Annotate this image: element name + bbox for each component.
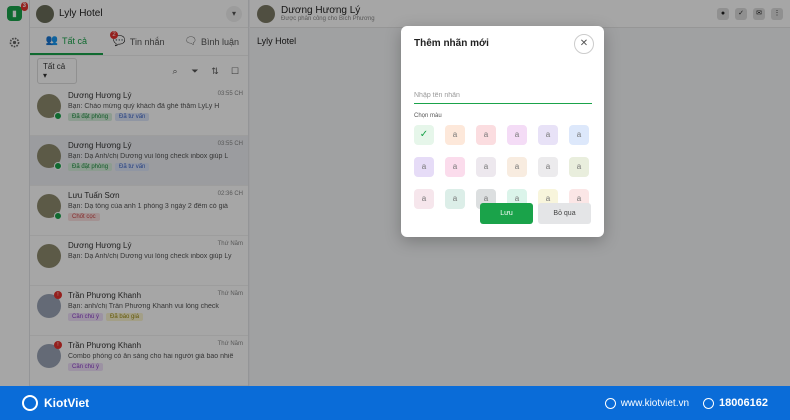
color-swatch[interactable]: a	[414, 157, 434, 177]
brand-logo-icon	[22, 395, 38, 411]
phone-link[interactable]: 18006162	[703, 397, 768, 409]
color-swatch[interactable]: a	[445, 189, 465, 209]
label-name-input[interactable]	[414, 88, 592, 104]
color-swatch[interactable]: a	[445, 125, 465, 145]
color-swatch-selected[interactable]: ✓	[414, 125, 434, 145]
color-swatch[interactable]: a	[538, 157, 558, 177]
phone-icon	[703, 397, 715, 409]
color-swatch[interactable]: a	[414, 189, 434, 209]
website-link[interactable]: www.kiotviet.vn	[604, 397, 690, 409]
color-swatch[interactable]: a	[476, 125, 496, 145]
skip-button[interactable]: Bỏ qua	[538, 203, 591, 224]
footer-bar: KiotViet www.kiotviet.vn 18006162	[0, 386, 790, 420]
brand-logo: KiotViet	[22, 395, 89, 411]
color-grid: ✓ a a a a a a a a a a a a a a a a a	[414, 125, 592, 209]
color-swatch[interactable]: a	[569, 125, 589, 145]
color-swatch[interactable]: a	[569, 157, 589, 177]
modal-overlay[interactable]	[0, 0, 790, 386]
color-swatch[interactable]: a	[445, 157, 465, 177]
color-label: Chọn màu	[414, 113, 442, 119]
close-icon[interactable]: ✕	[574, 34, 594, 54]
phone-text: 18006162	[719, 397, 768, 409]
new-label-dialog: Thêm nhãn mới ✕ Chọn màu ✓aaaaaaaaaaaaaa…	[401, 26, 604, 237]
website-text: www.kiotviet.vn	[620, 397, 690, 409]
color-swatch[interactable]: a	[507, 157, 527, 177]
color-swatch[interactable]: a	[538, 125, 558, 145]
color-swatch[interactable]: a	[476, 157, 496, 177]
save-button[interactable]: Lưu	[480, 203, 533, 224]
dialog-title: Thêm nhãn mới	[414, 38, 489, 49]
globe-icon	[604, 397, 616, 409]
brand-name: KiotViet	[44, 396, 90, 410]
color-swatch[interactable]: a	[507, 125, 527, 145]
